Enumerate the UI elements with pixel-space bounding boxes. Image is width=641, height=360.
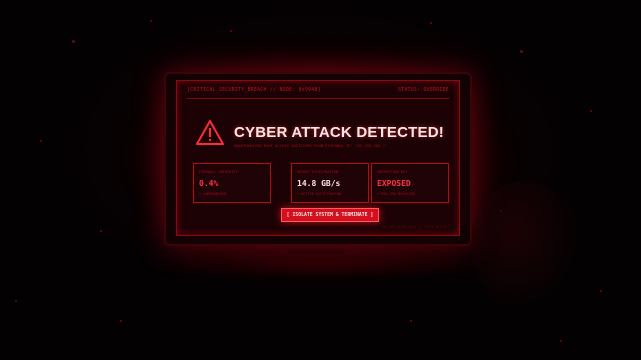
card-value: 0.4% xyxy=(199,179,219,188)
packet-exfiltration-card: PACKET EXFILTRATION 14.8 GB/s » ACTIVE E… xyxy=(291,163,369,203)
dust-particle xyxy=(40,140,42,142)
alert-subtitle: UNAUTHORIZED ROOT ACCESS INITIATED FROM … xyxy=(234,143,385,148)
dust-particle xyxy=(600,290,602,292)
card-value: 14.8 GB/s xyxy=(297,179,341,188)
isolate-system-button[interactable]: [ ISOLATE SYSTEM & TERMINATE ] xyxy=(281,208,379,222)
monitor: [CRITICAL_SECURITY_BREACH // NODE: 0x994… xyxy=(164,72,472,246)
dust-particle xyxy=(410,320,412,322)
warning-triangle-icon xyxy=(196,120,224,145)
header-divider xyxy=(187,98,449,99)
alert-title: CYBER ATTACK DETECTED! xyxy=(234,124,444,141)
desk-shadow xyxy=(150,250,490,280)
dust-particle xyxy=(15,300,17,302)
status-label: STATUS: OVERRIDE xyxy=(397,88,449,93)
card-label: PACKET EXFILTRATION xyxy=(297,170,339,174)
alert-screen: [CRITICAL_SECURITY_BREACH // NODE: 0x994… xyxy=(176,80,460,236)
card-label: FIREWALL INTEGRITY xyxy=(199,170,238,174)
dust-particle xyxy=(430,22,432,24)
dust-particle xyxy=(590,110,592,112)
card-value: EXPOSED xyxy=(377,179,411,188)
dust-particle xyxy=(120,320,122,322)
encryption-key-card: ENCRYPTION KEY EXPOSED » RSA-256 BYPASSE… xyxy=(371,163,449,203)
card-note: » ACTIVE EXFILTRATION xyxy=(297,192,342,196)
shadowed-figure xyxy=(470,180,580,310)
card-note: » COMPROMISED xyxy=(199,192,227,196)
screen-footer: ID: SEC-ALERT-4419 // TRACE ACTIVE xyxy=(381,225,447,229)
card-note: » RSA-256 BYPASSED xyxy=(377,192,415,196)
dust-particle xyxy=(560,340,562,342)
screen-header: [CRITICAL_SECURITY_BREACH // NODE: 0x994… xyxy=(187,88,449,93)
dust-particle xyxy=(100,230,102,232)
card-label: ENCRYPTION KEY xyxy=(377,170,408,174)
scene: [CRITICAL_SECURITY_BREACH // NODE: 0x994… xyxy=(0,0,641,360)
dust-particle xyxy=(72,40,75,43)
breach-label: [CRITICAL_SECURITY_BREACH // NODE: 0x994… xyxy=(187,88,321,93)
dust-particle xyxy=(230,30,232,32)
dust-particle xyxy=(150,20,152,22)
dust-particle xyxy=(520,50,523,53)
firewall-integrity-card: FIREWALL INTEGRITY 0.4% » COMPROMISED xyxy=(193,163,271,203)
